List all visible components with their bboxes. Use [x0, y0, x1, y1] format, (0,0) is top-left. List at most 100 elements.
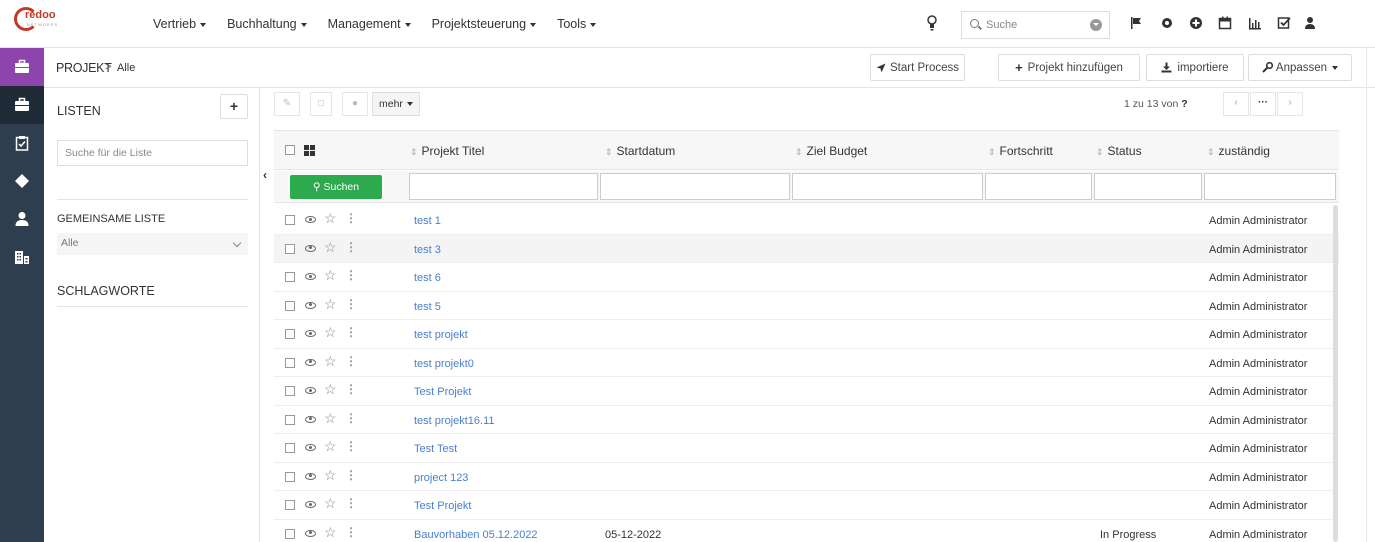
eye-icon[interactable] [305, 501, 316, 508]
edit-icon[interactable]: ✎ [274, 92, 300, 116]
gear-icon[interactable] [1160, 16, 1174, 30]
table-row[interactable]: ☆ ⋮ test projekt0 Admin Administrator [274, 348, 1339, 377]
row-menu-icon[interactable]: ⋮ [345, 212, 357, 224]
table-row[interactable]: ☆ ⋮ Test Projekt Admin Administrator [274, 491, 1339, 520]
eye-icon[interactable] [305, 330, 316, 337]
row-menu-icon[interactable]: ⋮ [345, 440, 357, 452]
table-scrollbar[interactable] [1333, 205, 1338, 542]
star-icon[interactable]: ☆ [324, 468, 337, 482]
project-title-link[interactable]: test projekt16.11 [414, 415, 495, 427]
menu-tools[interactable]: Tools [557, 17, 597, 31]
row-checkbox[interactable] [285, 386, 295, 396]
table-row[interactable]: ☆ ⋮ Test Projekt Admin Administrator [274, 377, 1339, 406]
row-checkbox[interactable] [285, 300, 295, 311]
select-all-checkbox[interactable] [285, 145, 295, 155]
table-row[interactable]: ☆ ⋮ test projekt16.11 Admin Administrator [274, 405, 1339, 434]
menu-management[interactable]: Management [328, 17, 411, 31]
sidebar-item-projects[interactable] [0, 48, 44, 86]
shared-list-select[interactable]: Alle [57, 233, 248, 255]
filter-progress-input[interactable] [985, 173, 1092, 200]
eye-icon[interactable] [305, 216, 316, 223]
more-button[interactable]: mehr [372, 92, 420, 116]
row-checkbox[interactable] [285, 357, 295, 368]
row-checkbox[interactable] [285, 471, 295, 482]
checkbox-icon[interactable] [1277, 16, 1291, 30]
table-row[interactable]: ☆ ⋮ project 123 Admin Administrator [274, 462, 1339, 491]
row-checkbox[interactable] [285, 243, 295, 254]
project-title-link[interactable]: test projekt0 [414, 358, 474, 370]
eye-icon[interactable] [305, 444, 316, 451]
column-header-status[interactable]: ⇕ Status [1096, 144, 1142, 158]
grid-view-icon[interactable] [304, 145, 315, 156]
table-row[interactable]: ☆ ⋮ Test Test Admin Administrator [274, 434, 1339, 463]
menu-vertrieb[interactable]: Vertrieb [153, 17, 207, 31]
row-menu-icon[interactable]: ⋮ [345, 469, 357, 481]
row-menu-icon[interactable]: ⋮ [345, 412, 357, 424]
project-title-link[interactable]: test 1 [414, 215, 441, 227]
star-icon[interactable]: ☆ [324, 240, 337, 254]
plus-circle-icon[interactable] [1189, 16, 1203, 30]
chart-icon[interactable] [1248, 16, 1262, 30]
star-icon[interactable]: ☆ [324, 268, 337, 282]
breadcrumb-filter[interactable]: Alle [117, 62, 135, 74]
breadcrumb-module[interactable]: PROJEKT [56, 61, 112, 75]
delete-icon[interactable]: □ [310, 92, 332, 116]
sidebar-item-inventory[interactable] [0, 162, 44, 200]
user-icon[interactable] [1303, 16, 1317, 30]
column-header-start[interactable]: ⇕ Startdatum [605, 144, 675, 158]
table-row[interactable]: ☆ ⋮ test 3 Admin Administrator [274, 234, 1339, 263]
project-title-link[interactable]: project 123 [414, 472, 468, 484]
row-checkbox[interactable] [285, 500, 295, 510]
row-checkbox[interactable] [285, 528, 295, 539]
sidebar-item-contacts[interactable] [0, 200, 44, 238]
import-button[interactable]: importiere [1146, 54, 1244, 81]
global-search-input[interactable] [986, 17, 1076, 33]
menu-buchhaltung[interactable]: Buchhaltung [227, 17, 307, 31]
search-button[interactable]: ⚲ Suchen [290, 175, 382, 199]
star-icon[interactable]: ☆ [324, 297, 337, 311]
row-menu-icon[interactable]: ⋮ [345, 497, 357, 509]
table-row[interactable]: ☆ ⋮ test projekt Admin Administrator [274, 320, 1339, 349]
prev-page-button[interactable]: ‹ [1223, 92, 1249, 116]
project-title-link[interactable]: test 5 [414, 301, 441, 313]
star-icon[interactable]: ☆ [324, 354, 337, 368]
eye-icon[interactable] [305, 415, 316, 423]
row-menu-icon[interactable]: ⋮ [345, 355, 357, 367]
row-checkbox[interactable] [285, 329, 295, 339]
sidebar-item-tasks[interactable] [0, 124, 44, 162]
filter-start-input[interactable] [600, 173, 790, 200]
project-title-link[interactable]: Test Projekt [414, 500, 471, 512]
row-menu-icon[interactable]: ⋮ [345, 326, 357, 338]
filter-status-input[interactable] [1094, 173, 1202, 200]
more-pages-button[interactable]: ··· [1250, 92, 1276, 116]
eye-icon[interactable] [305, 472, 316, 480]
star-icon[interactable]: ☆ [324, 325, 337, 339]
star-icon[interactable]: ☆ [324, 525, 337, 539]
row-checkbox[interactable] [285, 414, 295, 425]
row-checkbox[interactable] [285, 272, 295, 282]
start-process-button[interactable]: Start Process [870, 54, 965, 81]
table-row[interactable]: ☆ ⋮ test 6 Admin Administrator [274, 263, 1339, 292]
project-title-link[interactable]: test projekt [414, 329, 468, 341]
lightbulb-icon[interactable] [927, 15, 937, 31]
star-icon[interactable]: ☆ [324, 411, 337, 425]
row-menu-icon[interactable]: ⋮ [345, 526, 357, 538]
column-header-progress[interactable]: ⇕ Fortschritt [988, 144, 1053, 158]
add-project-button[interactable]: + Projekt hinzufügen [998, 54, 1140, 81]
star-icon[interactable]: ☆ [324, 439, 337, 453]
filter-title-input[interactable] [409, 173, 598, 200]
sidebar-item-sales[interactable] [0, 86, 44, 124]
eye-icon[interactable] [305, 387, 316, 394]
customize-button[interactable]: Anpassen [1248, 54, 1352, 81]
column-header-owner[interactable]: ⇕ zuständig [1207, 144, 1270, 158]
sidebar-item-organizations[interactable] [0, 238, 44, 276]
filter-owner-input[interactable] [1204, 173, 1336, 200]
next-page-button[interactable]: › [1277, 92, 1303, 116]
row-menu-icon[interactable]: ⋮ [345, 241, 357, 253]
project-title-link[interactable]: test 3 [414, 244, 441, 256]
project-title-link[interactable]: Test Test [414, 443, 457, 455]
column-header-budget[interactable]: ⇕ Ziel Budget [795, 144, 867, 158]
star-icon[interactable]: ☆ [324, 211, 337, 225]
redoo-logo[interactable]: redoo NETWORKS [14, 6, 57, 32]
eye-icon[interactable] [305, 529, 316, 537]
